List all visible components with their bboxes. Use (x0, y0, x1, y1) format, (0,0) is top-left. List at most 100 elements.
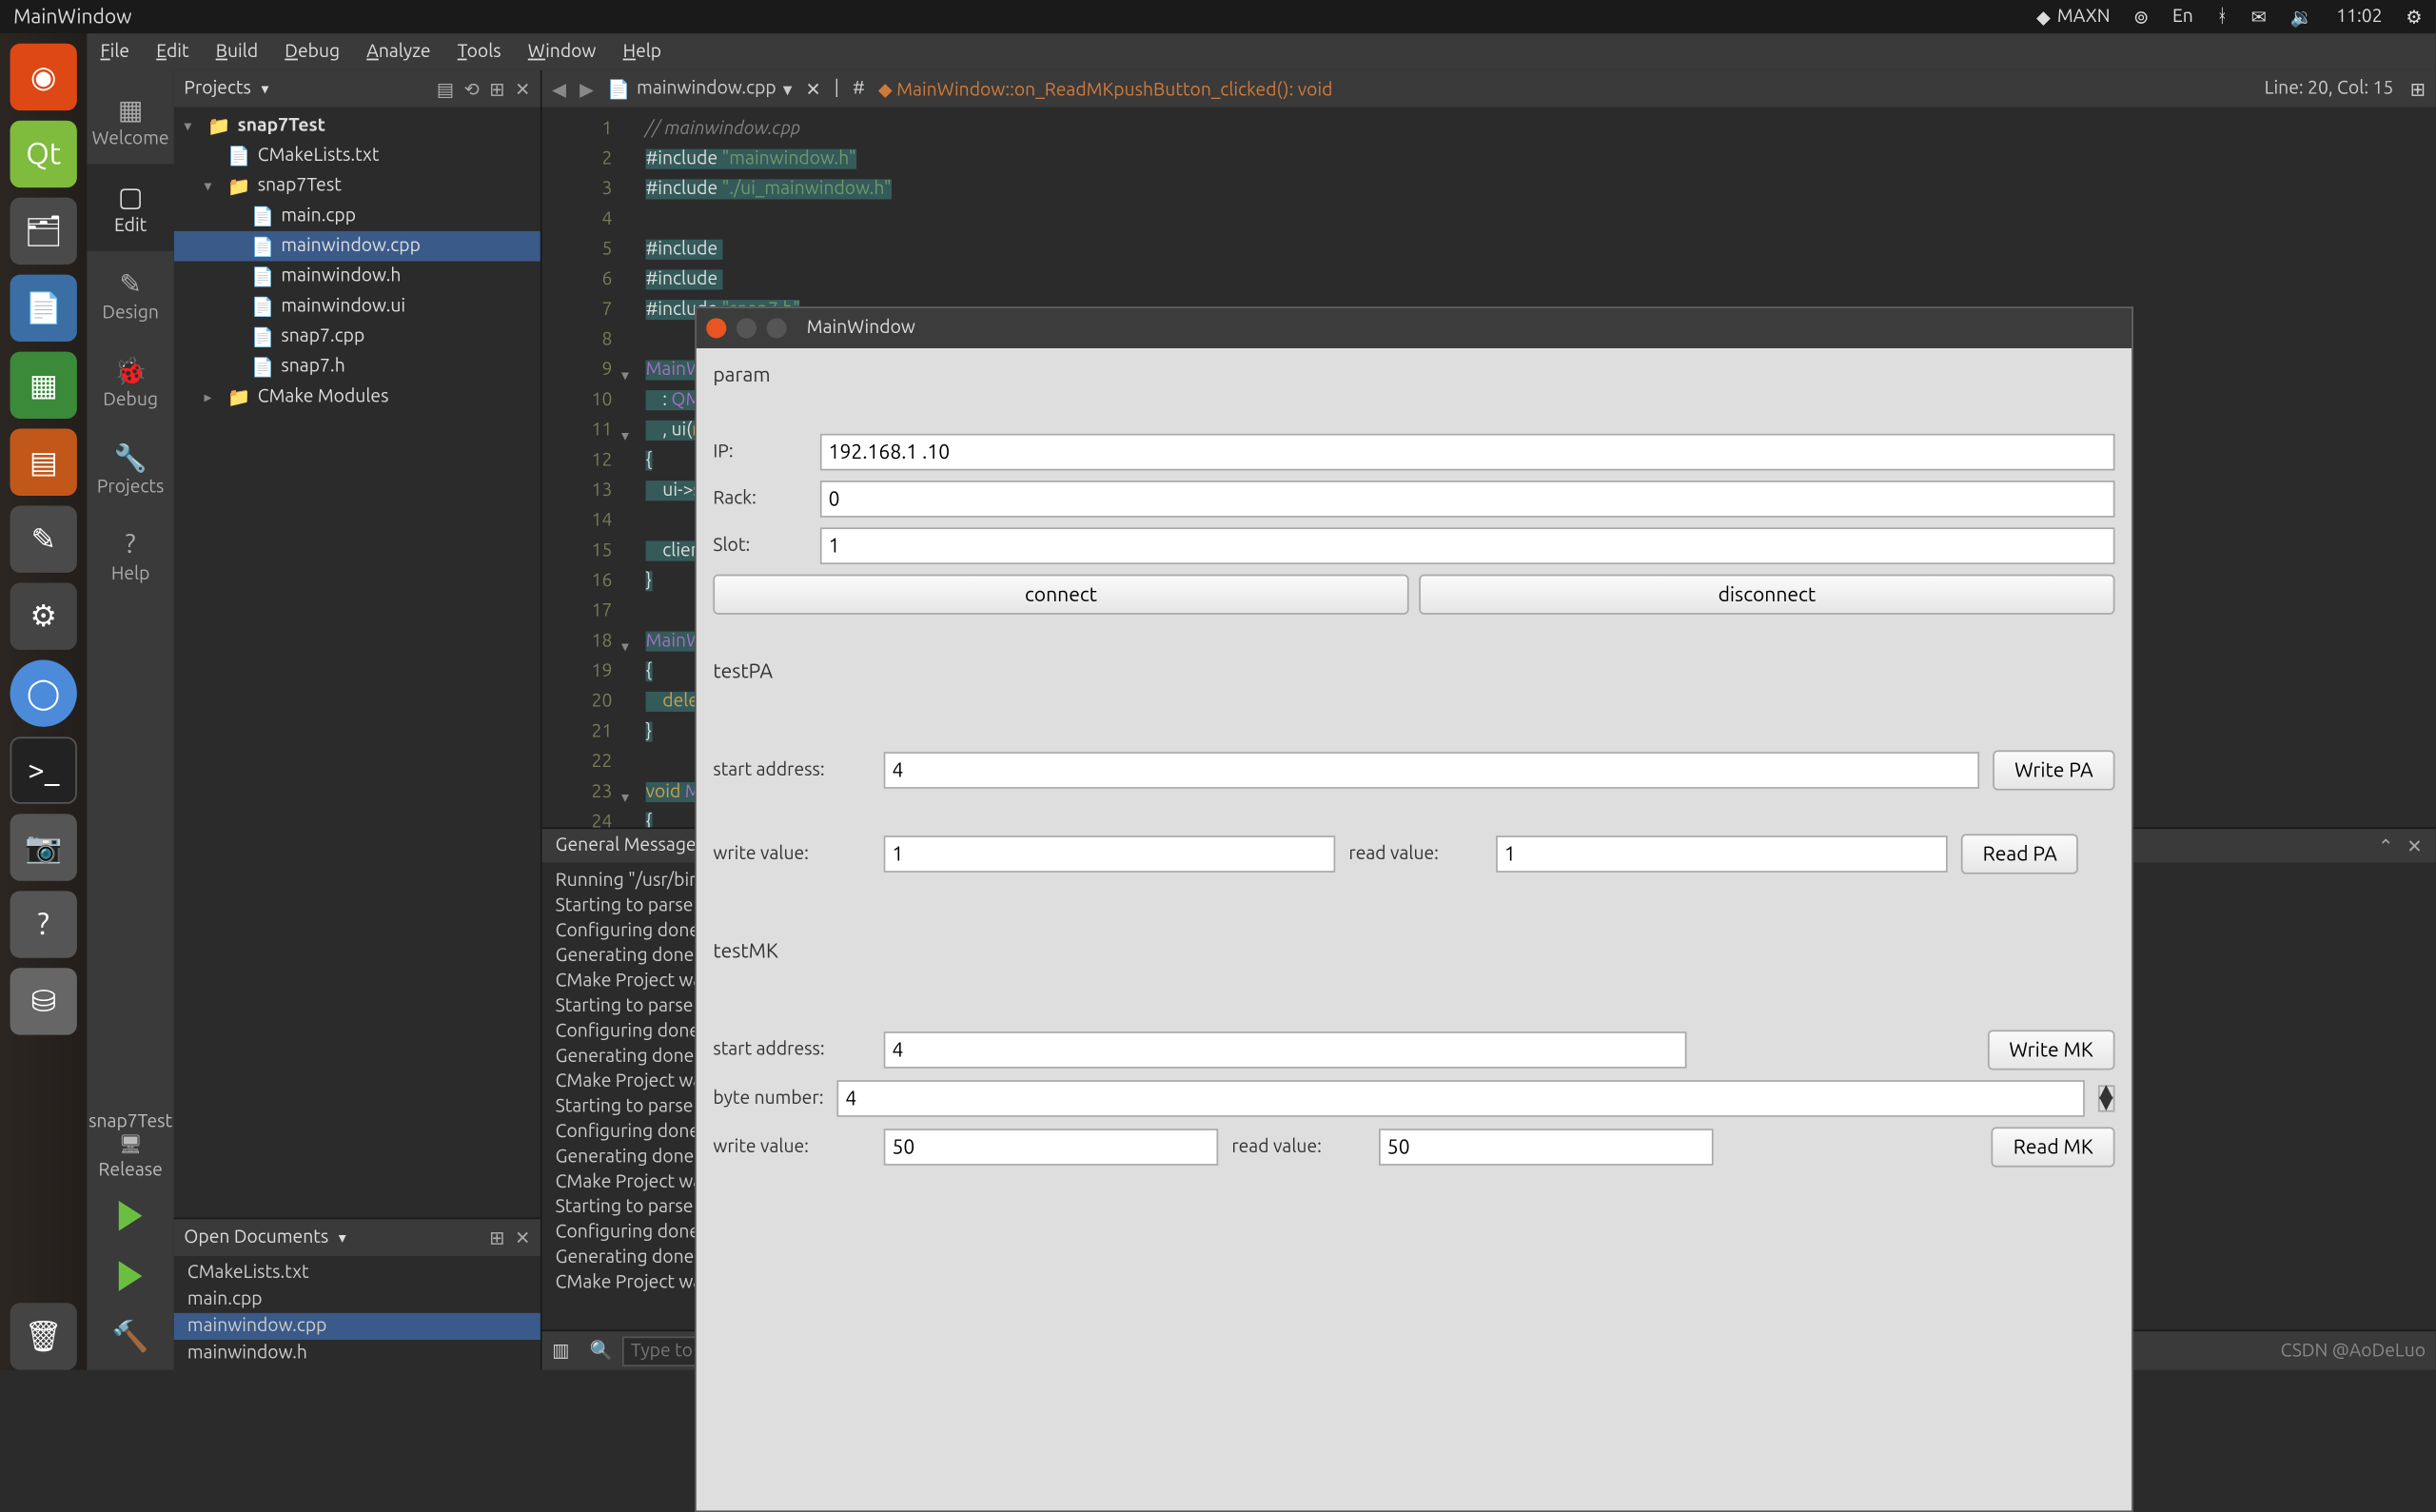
opendoc-row[interactable]: mainwindow.cpp (174, 1313, 540, 1340)
opendoc-row[interactable]: mainwindow.h (174, 1340, 540, 1366)
mail-icon[interactable]: ✉ (2251, 6, 2267, 28)
pa-startaddr-input[interactable] (884, 752, 1980, 789)
draw-icon[interactable]: ✎ (10, 506, 77, 573)
write-pa-button[interactable]: Write PA (1993, 750, 2114, 790)
project-tree[interactable]: ▾📁snap7Test📄CMakeLists.txt▾📁snap7Test📄ma… (174, 108, 540, 1218)
mk-writeval-input[interactable] (884, 1129, 1219, 1166)
opendoc-row[interactable]: CMakeLists.txt (174, 1260, 540, 1286)
close-panel-icon[interactable]: ✕ (515, 78, 530, 100)
impress-icon[interactable]: ▤ (10, 429, 77, 496)
network-icon[interactable]: ⊚ (2133, 6, 2149, 28)
close-output-icon[interactable]: ✕ (2407, 835, 2422, 856)
session-icon[interactable]: ⚙ (2406, 6, 2422, 28)
help-icon[interactable]: ? (10, 891, 77, 957)
param-label: param (713, 365, 2114, 387)
tree-row[interactable]: ▾📁snap7Test (174, 171, 540, 202)
pa-startaddr-label: start address: (713, 760, 870, 780)
dash-icon[interactable]: ◉ (10, 44, 77, 110)
tree-row[interactable]: 📄snap7.cpp (174, 322, 540, 352)
locator-icon[interactable]: ▥ (552, 1340, 569, 1362)
mode-debug[interactable]: 🐞Debug (87, 339, 173, 426)
tree-row[interactable]: ▾📁snap7Test (174, 110, 540, 141)
disk-icon[interactable]: ⛁ (10, 968, 77, 1034)
files-icon[interactable]: 🗂 (10, 198, 77, 265)
mode-help[interactable]: ?Help (87, 513, 173, 600)
wrench-icon: 🔧 (114, 441, 147, 474)
menu-window[interactable]: Window (528, 42, 597, 62)
projects-header[interactable]: Projects▾ ▤⟲⊞✕ (174, 70, 540, 108)
line-col[interactable]: Line: 20, Col: 15 (2265, 79, 2394, 99)
pa-writeval-input[interactable] (884, 835, 1336, 873)
close-icon[interactable] (706, 318, 726, 338)
screenshot-icon[interactable]: 📷 (10, 814, 77, 880)
menu-edit[interactable]: Edit (156, 42, 188, 62)
maximize-icon[interactable] (767, 318, 787, 338)
minimize-icon[interactable] (737, 318, 756, 338)
menu-help[interactable]: Help (623, 42, 662, 62)
qtcreator-icon[interactable]: Qt (10, 121, 77, 187)
mk-readval-input[interactable] (1379, 1129, 1714, 1166)
tree-row[interactable]: 📄snap7.h (174, 352, 540, 383)
volume-icon[interactable]: 🔉 (2290, 6, 2313, 28)
rack-input[interactable] (820, 481, 2115, 518)
calc-icon[interactable]: ▦ (10, 352, 77, 419)
split-icon[interactable]: ⊞ (2410, 78, 2426, 100)
menu-bar[interactable]: File Edit Build Debug Analyze Tools Wind… (87, 33, 2435, 70)
keyboard-layout[interactable]: En (2172, 7, 2193, 27)
disconnect-button[interactable]: disconnect (1419, 575, 2114, 615)
nav-back-icon[interactable]: ◀ (552, 78, 566, 100)
tree-row[interactable]: 📄main.cpp (174, 201, 540, 231)
tree-row[interactable]: 📄mainwindow.h (174, 262, 540, 292)
tree-row[interactable]: 📄mainwindow.ui (174, 291, 540, 322)
build-button[interactable]: 🔨 (104, 1309, 157, 1363)
write-mk-button[interactable]: Write MK (1988, 1030, 2115, 1070)
clock[interactable]: 11:02 (2336, 7, 2382, 27)
trash-icon[interactable]: 🗑 (10, 1303, 77, 1369)
opendocs-list[interactable]: CMakeLists.txtmain.cppmainwindow.cppmain… (174, 1256, 540, 1370)
expand-icon[interactable]: ⌃ (2378, 835, 2393, 856)
byte-number-input[interactable] (837, 1080, 2085, 1117)
tree-row[interactable]: 📄CMakeLists.txt (174, 141, 540, 171)
nvidia-indicator[interactable]: ◆ MAXN (2036, 6, 2111, 28)
close-panel-icon[interactable]: ✕ (515, 1227, 530, 1248)
mk-startaddr-input[interactable] (884, 1031, 1687, 1069)
menu-file[interactable]: File (100, 42, 129, 62)
menu-build[interactable]: Build (216, 42, 258, 62)
opendocs-header[interactable]: Open Documents▾ ⊞✕ (174, 1219, 540, 1256)
browser-icon[interactable]: ◯ (10, 659, 77, 726)
filter-icon[interactable]: ▤ (437, 78, 454, 100)
ip-input[interactable] (820, 434, 2115, 471)
bluetooth-icon[interactable]: ᚼ (2216, 7, 2228, 27)
menu-debug[interactable]: Debug (285, 42, 340, 62)
menu-tools[interactable]: Tools (458, 42, 501, 62)
settings-icon[interactable]: ⚙ (10, 582, 77, 649)
run-button[interactable] (104, 1189, 157, 1243)
read-pa-button[interactable]: Read PA (1961, 834, 2079, 874)
nav-fwd-icon[interactable]: ▶ (580, 78, 594, 100)
connect-button[interactable]: connect (713, 575, 1408, 615)
split-icon[interactable]: ⊞ (489, 1227, 504, 1248)
opendoc-row[interactable]: main.cpp (174, 1286, 540, 1313)
tree-row[interactable]: 📄mainwindow.cpp (174, 231, 540, 262)
mode-edit[interactable]: ▢Edit (87, 164, 173, 251)
mode-projects[interactable]: 🔧Projects (87, 425, 173, 513)
split-icon[interactable]: ⊞ (489, 78, 504, 100)
slot-input[interactable] (820, 527, 2115, 564)
testpa-label: testPA (713, 661, 2114, 683)
debug-run-button[interactable] (104, 1249, 157, 1303)
tree-row[interactable]: ▸📁CMake Modules (174, 382, 540, 412)
file-combo[interactable]: 📄 mainwindow.cpp ▾ (607, 78, 792, 100)
menu-analyze[interactable]: Analyze (366, 42, 430, 62)
mode-design[interactable]: ✎Design (87, 251, 173, 339)
writer-icon[interactable]: 📄 (10, 275, 77, 342)
mode-welcome[interactable]: ▦Welcome (87, 77, 173, 165)
kit-selector[interactable]: snap7Test 🖥 Release (88, 1104, 172, 1189)
dialog-titlebar[interactable]: MainWindow (697, 308, 2132, 348)
close-doc-icon[interactable]: ✕ (806, 78, 821, 100)
pa-readval-input[interactable] (1496, 835, 1948, 873)
sync-icon[interactable]: ⟲ (464, 78, 480, 100)
terminal-icon[interactable]: >_ (10, 736, 77, 803)
symbol-crumb[interactable]: ◆ MainWindow::on_ReadMKpushButton_clicke… (878, 78, 1333, 100)
spin-buttons[interactable]: ▲▼ (2097, 1085, 2114, 1111)
read-mk-button[interactable]: Read MK (1992, 1127, 2115, 1167)
